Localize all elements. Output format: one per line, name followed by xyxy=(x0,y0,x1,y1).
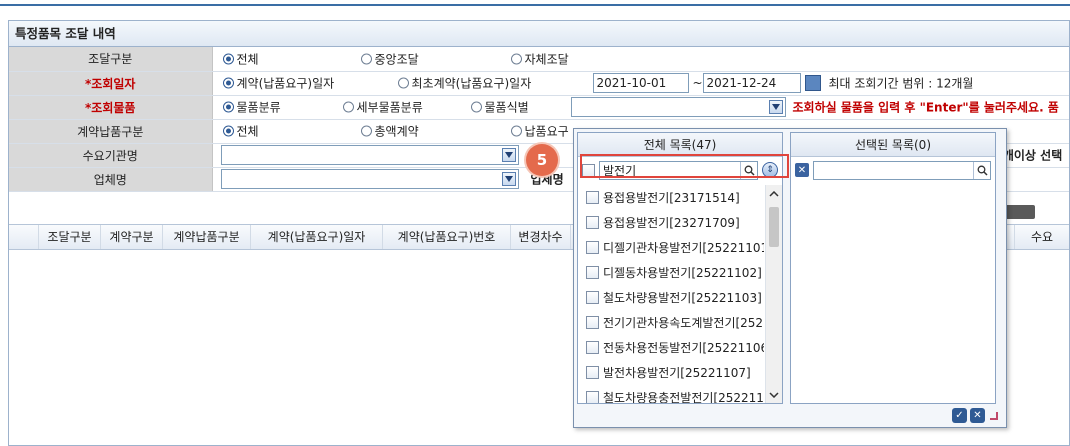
resize-handle-icon[interactable] xyxy=(990,411,998,420)
step-badge: 5 xyxy=(526,144,558,176)
radio-dot-icon xyxy=(222,101,234,113)
item-checkbox[interactable] xyxy=(586,341,599,354)
item-checkbox[interactable] xyxy=(586,291,599,304)
chevron-down-icon[interactable] xyxy=(501,148,516,162)
radio-procurement-central[interactable]: 중앙조달 xyxy=(360,50,419,67)
vendor-select[interactable] xyxy=(220,169,519,189)
query-date-options: 계약(납품요구)일자 최초계약(납품요구)일자 2021-10-01 ~ 202… xyxy=(212,71,1069,96)
grid-col-header[interactable]: 계약(납품요구)번호 xyxy=(383,225,511,249)
panel-title: 특정품목 조달 내역 xyxy=(9,21,1069,47)
query-item-options: 물품분류 세부물품분류 물품식별 조회하실 물품을 입력 후 "Enter"를 … xyxy=(212,95,1069,120)
query-item-hint: 조회하실 물품을 입력 후 "Enter"를 눌러주세요. 품 xyxy=(792,100,1059,115)
selected-list-search-input[interactable] xyxy=(813,160,991,180)
query-date-label: *조회일자 xyxy=(9,71,213,96)
list-item[interactable]: 발전차용발전기[25221107] xyxy=(578,360,764,385)
radio-dot-icon xyxy=(360,53,372,65)
chevron-down-icon[interactable] xyxy=(768,100,783,114)
item-checkbox[interactable] xyxy=(586,216,599,229)
all-list-scrollbar[interactable] xyxy=(765,185,782,403)
grid-col-header[interactable]: 조달구분 xyxy=(39,225,101,249)
confirm-icon[interactable]: ✓ xyxy=(952,408,967,423)
scroll-thumb[interactable] xyxy=(769,207,779,247)
item-checkbox[interactable] xyxy=(586,191,599,204)
list-item[interactable]: 디젤기관차용발전기[25221101] xyxy=(578,235,764,260)
item-checkbox[interactable] xyxy=(586,391,599,403)
grid-col-header[interactable]: 계약납품구분 xyxy=(163,225,251,249)
contract-type-label: 계약납품구분 xyxy=(9,119,213,144)
demand-org-label: 수요기관명 xyxy=(9,143,213,168)
procurement-type-options: 전체 중앙조달 자체조달 xyxy=(212,47,1069,72)
date-from-input[interactable]: 2021-10-01 xyxy=(592,73,689,93)
radio-item-identifier[interactable]: 물품식별 xyxy=(470,99,529,116)
search-highlight-box xyxy=(580,154,789,178)
selected-list-column: 선택된 목록(0) ✕ xyxy=(790,132,996,404)
radio-contract-all[interactable]: 전체 xyxy=(222,123,259,140)
radio-dot-icon xyxy=(510,53,522,65)
all-list: 용접용발전기[23171514] 용접용발전기[23271709] 디젤기관차용… xyxy=(578,185,764,403)
clear-icon[interactable]: ✕ xyxy=(795,163,809,177)
scroll-up-icon[interactable] xyxy=(766,185,782,202)
radio-dot-icon xyxy=(470,101,482,113)
grid-col-header[interactable]: 계약구분 xyxy=(101,225,163,249)
list-item[interactable]: 철도차량용충전발전기[2522110 xyxy=(578,385,764,403)
item-checkbox[interactable] xyxy=(586,266,599,279)
radio-item-category[interactable]: 물품분류 xyxy=(222,99,281,116)
list-item[interactable]: 디젤동차용발전기[25221102] xyxy=(578,260,764,285)
radio-dot-icon xyxy=(222,125,234,137)
selected-list-search-row: ✕ xyxy=(791,157,995,183)
date-to-input[interactable]: 2021-12-24 xyxy=(702,73,801,93)
item-checkbox[interactable] xyxy=(586,241,599,254)
grid-col-header[interactable]: 수요 xyxy=(1015,225,1069,249)
vendor-label: 업체명 xyxy=(9,167,213,192)
procurement-type-label: 조달구분 xyxy=(9,47,213,72)
demand-org-select[interactable] xyxy=(220,145,519,165)
list-item[interactable]: 전기기관차용속도계발전기[252 xyxy=(578,310,764,335)
scroll-down-icon[interactable] xyxy=(766,386,782,403)
radio-date-contract[interactable]: 계약(납품요구)일자 xyxy=(222,75,334,92)
date-range-hint: 최대 조회기간 범위 : 12개월 xyxy=(828,76,974,91)
radio-dot-icon xyxy=(342,101,354,113)
radio-procurement-all[interactable]: 전체 xyxy=(222,50,259,67)
chevron-down-icon[interactable] xyxy=(501,172,516,186)
list-item[interactable]: 전동차용전동발전기[25221106] xyxy=(578,335,764,360)
radio-dot-icon xyxy=(397,77,409,89)
radio-dot-icon xyxy=(360,125,372,137)
calendar-icon[interactable] xyxy=(804,75,821,91)
close-icon[interactable]: ✕ xyxy=(970,408,985,423)
radio-item-subcategory[interactable]: 세부물품분류 xyxy=(342,99,423,116)
selected-list-title: 선택된 목록(0) xyxy=(791,133,995,157)
item-checkbox[interactable] xyxy=(586,366,599,379)
radio-dot-icon xyxy=(222,53,234,65)
item-checkbox[interactable] xyxy=(586,316,599,329)
radio-dot-icon xyxy=(510,125,522,137)
query-item-label: *조회물품 xyxy=(9,95,213,120)
radio-contract-lump[interactable]: 총액계약 xyxy=(360,123,419,140)
radio-procurement-self[interactable]: 자체조달 xyxy=(510,50,569,67)
radio-date-first-contract[interactable]: 최초계약(납품요구)일자 xyxy=(397,75,531,92)
search-icon[interactable] xyxy=(973,161,990,179)
list-item[interactable]: 용접용발전기[23171514] xyxy=(578,185,764,210)
grid-col-header[interactable]: 계약(납품요구)일자 xyxy=(251,225,383,249)
grid-col-header[interactable]: 변경차수 xyxy=(511,225,571,249)
radio-contract-delivery[interactable]: 납품요구 xyxy=(510,123,569,140)
popup-footer: ✓ ✕ xyxy=(952,408,998,423)
list-item[interactable]: 철도차량용발전기[25221103] xyxy=(578,285,764,310)
top-divider xyxy=(0,4,1070,6)
list-item[interactable]: 용접용발전기[23271709] xyxy=(578,210,764,235)
grid-col-blank xyxy=(9,225,39,249)
radio-dot-icon xyxy=(222,77,234,89)
date-range-tilde: ~ xyxy=(692,76,703,90)
item-select[interactable] xyxy=(570,97,786,117)
